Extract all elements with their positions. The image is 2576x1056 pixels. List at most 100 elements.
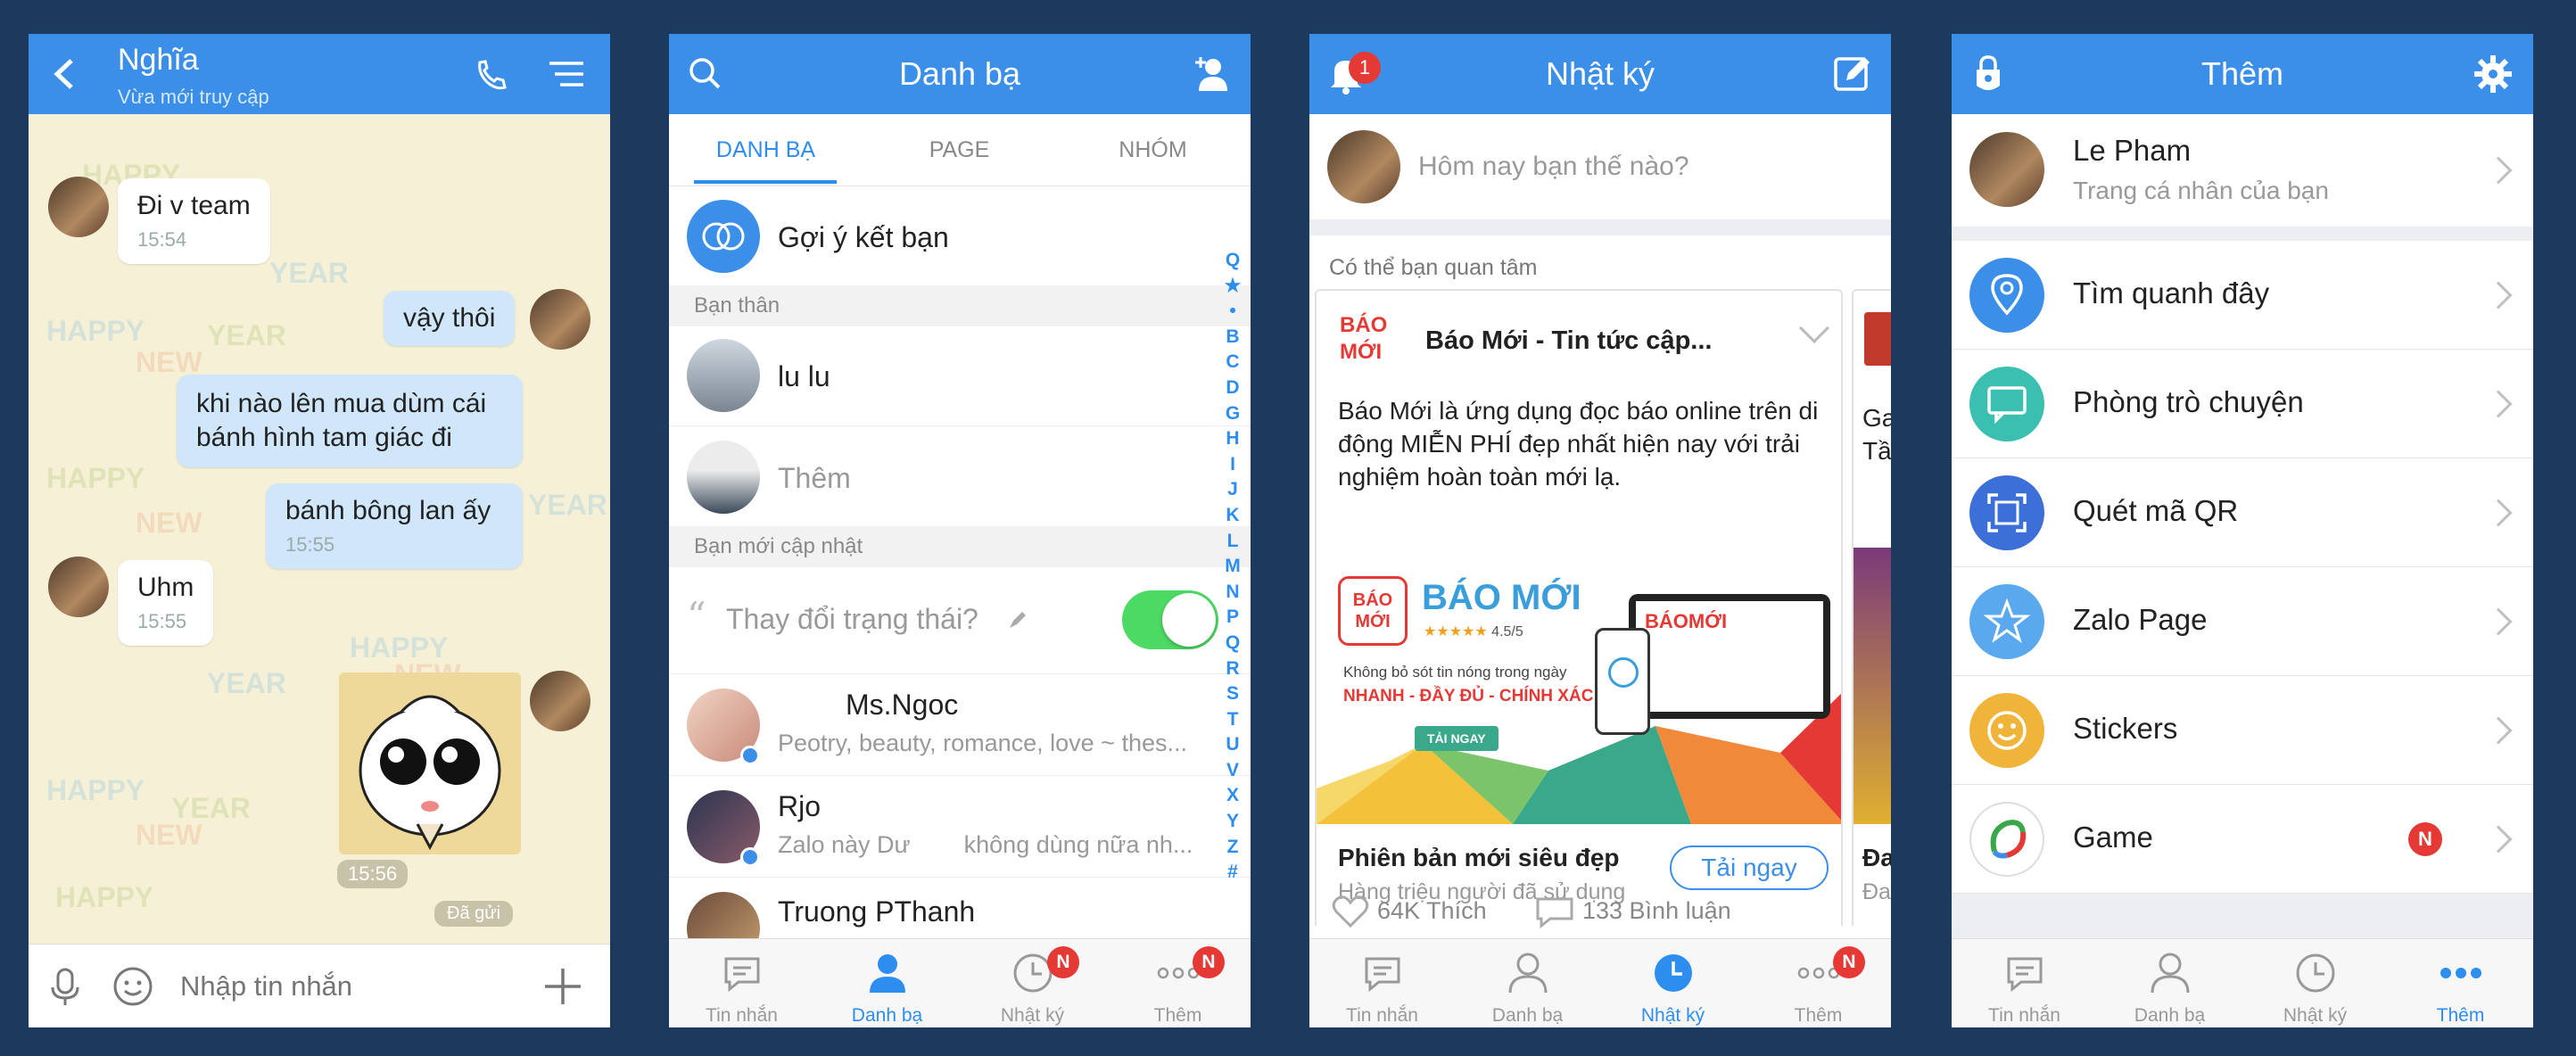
- alphabet-letter[interactable]: T: [1220, 707, 1245, 733]
- menu-item-label: Zalo Page: [2073, 603, 2208, 636]
- alphabet-letter[interactable]: V: [1220, 758, 1245, 784]
- tab-messages[interactable]: Tin nhắn: [1952, 939, 2097, 1027]
- comment-icon[interactable]: [1534, 894, 1575, 929]
- alphabet-letter[interactable]: R: [1220, 656, 1245, 682]
- banner-tagline: Không bỏ sót tin nóng trong ngày: [1343, 664, 1567, 681]
- message-bubble-outgoing[interactable]: khi nào lên mua dùm cái bánh hình tam gi…: [177, 375, 523, 467]
- status-prompt[interactable]: Thay đổi trạng thái?: [726, 603, 978, 636]
- tab-contacts[interactable]: DANH BẠ: [669, 114, 863, 186]
- status-toggle[interactable]: [1122, 590, 1218, 649]
- alphabet-letter[interactable]: L: [1220, 529, 1245, 555]
- alphabet-letter[interactable]: S: [1220, 681, 1245, 707]
- emoji-icon[interactable]: [111, 964, 155, 1009]
- alphabet-letter[interactable]: G: [1220, 401, 1245, 427]
- more-screen: Thêm Le Pham Trang cá nhân của bạn Tìm q…: [1952, 34, 2533, 1027]
- menu-item-nearby[interactable]: Tìm quanh đây: [1952, 241, 2533, 350]
- promo-banner[interactable]: BÁO MỚI BÁO MỚI ★★★★★ 4.5/5 Không bỏ sót…: [1317, 548, 1841, 824]
- new-badge: N: [2408, 822, 2442, 856]
- menu-icon[interactable]: [542, 50, 590, 98]
- chevron-down-icon[interactable]: [1799, 313, 1829, 343]
- suggest-label: Gợi ý kết bạn: [778, 221, 949, 253]
- tab-page[interactable]: PAGE: [863, 114, 1056, 186]
- compose-icon[interactable]: [1829, 50, 1877, 98]
- menu-item-zalo-page[interactable]: Zalo Page: [1952, 567, 2533, 676]
- chat-contact-name[interactable]: Nghĩa: [118, 43, 199, 78]
- chat-room-icon: [1969, 367, 2044, 441]
- message-bubble-outgoing[interactable]: vậy thôi: [384, 291, 516, 346]
- alphabet-letter[interactable]: #: [1220, 860, 1245, 886]
- add-friend-icon[interactable]: [1186, 50, 1234, 98]
- alphabet-letter[interactable]: Z: [1220, 835, 1245, 861]
- chevron-right-icon: [2484, 716, 2513, 745]
- post-composer[interactable]: Hôm nay bạn thế nào?: [1309, 114, 1891, 219]
- banner-download-button[interactable]: TẢI NGAY: [1415, 726, 1499, 751]
- more-friends-row[interactable]: Thêm: [669, 426, 1251, 526]
- contact-avatar[interactable]: [48, 177, 109, 237]
- tab-diary[interactable]: Nhật ký: [1600, 939, 1746, 1027]
- alphabet-letter[interactable]: I: [1220, 452, 1245, 478]
- tab-diary[interactable]: N Nhật ký: [960, 939, 1105, 1027]
- alphabet-letter[interactable]: B: [1220, 325, 1245, 351]
- alphabet-letter[interactable]: Q: [1220, 631, 1245, 656]
- microphone-icon[interactable]: [43, 964, 87, 1009]
- alphabet-letter[interactable]: J: [1220, 477, 1245, 503]
- download-now-button[interactable]: Tải ngay: [1670, 846, 1829, 890]
- contact-row[interactable]: Rjo Zalo này Dư không dùng nữa nh...: [669, 776, 1251, 878]
- tab-more[interactable]: Thêm: [2388, 939, 2533, 1027]
- alphabet-letter[interactable]: ★: [1220, 274, 1245, 300]
- gear-icon[interactable]: [2469, 50, 2517, 98]
- message-composer: [29, 944, 610, 1027]
- menu-item-stickers[interactable]: Stickers: [1952, 676, 2533, 785]
- suggestion-card-next[interactable]: Ga Tầ Đa Đa: [1852, 289, 1891, 938]
- alphabet-letter[interactable]: U: [1220, 732, 1245, 758]
- sticker-message[interactable]: [339, 672, 521, 854]
- logo-text: MỚI: [1340, 340, 1383, 364]
- more-dots-icon: [2440, 968, 2481, 978]
- tab-messages[interactable]: Tin nhắn: [1309, 939, 1455, 1027]
- alphabet-letter[interactable]: M: [1220, 554, 1245, 580]
- tab-contacts[interactable]: Danh bạ: [814, 939, 960, 1027]
- my-avatar[interactable]: [530, 671, 590, 731]
- menu-item-chat-rooms[interactable]: Phòng trò chuyện: [1952, 350, 2533, 458]
- contact-avatar[interactable]: [48, 557, 109, 617]
- profile-row[interactable]: Le Pham Trang cá nhân của bạn: [1952, 114, 2533, 227]
- tab-contacts[interactable]: Danh bạ: [1455, 939, 1600, 1027]
- contact-row[interactable]: Ms.Ngoc Peotry, beauty, romance, love ~ …: [669, 674, 1251, 776]
- menu-item-game[interactable]: Game N: [1952, 785, 2533, 894]
- page-title: Danh bạ: [898, 55, 1021, 92]
- my-avatar[interactable]: [530, 289, 590, 350]
- message-bubble-outgoing[interactable]: bánh bông lan ấy 15:55: [266, 483, 523, 569]
- tab-groups[interactable]: NHÓM: [1056, 114, 1250, 186]
- alphabet-letter[interactable]: Q: [1220, 248, 1245, 274]
- alphabet-letter[interactable]: P: [1220, 605, 1245, 631]
- like-count[interactable]: 64K Thích: [1377, 897, 1487, 925]
- phone-call-icon[interactable]: [467, 50, 516, 98]
- tab-diary[interactable]: Nhật ký: [2242, 939, 2388, 1027]
- menu-item-qr-scan[interactable]: Quét mã QR: [1952, 458, 2533, 567]
- alphabet-letter[interactable]: H: [1220, 426, 1245, 452]
- message-input[interactable]: [180, 966, 519, 1007]
- alphabet-letter[interactable]: C: [1220, 350, 1245, 375]
- status-row[interactable]: “ Thay đổi trạng thái?: [669, 567, 1251, 674]
- message-bubble-incoming[interactable]: Uhm 15:55: [118, 560, 214, 646]
- comment-count[interactable]: 133 Bình luận: [1582, 897, 1731, 925]
- alphabet-letter[interactable]: •: [1220, 299, 1245, 325]
- friend-suggestion-row[interactable]: Gợi ý kết bạn: [669, 187, 1251, 285]
- suggestion-card[interactable]: BÁO MỚI Báo Mới - Tin tức cập... Báo Mới…: [1315, 289, 1843, 938]
- watermark-text: YEAR: [528, 489, 607, 521]
- alphabet-letter[interactable]: D: [1220, 375, 1245, 401]
- alphabet-letter[interactable]: Y: [1220, 809, 1245, 835]
- message-bubble-incoming[interactable]: Đi v team 15:54: [118, 178, 270, 264]
- tab-contacts[interactable]: Danh bạ: [2097, 939, 2242, 1027]
- back-icon[interactable]: [41, 50, 89, 98]
- contact-row[interactable]: lu lu: [669, 326, 1251, 426]
- alphabet-index[interactable]: Q ★ • B C D G H I J K L M N P Q R S T U V X Y Z #: [1220, 248, 1245, 886]
- tab-more[interactable]: N Thêm: [1746, 939, 1891, 1027]
- heart-icon[interactable]: [1331, 894, 1370, 929]
- plus-icon[interactable]: [541, 964, 585, 1009]
- tab-more[interactable]: N Thêm: [1105, 939, 1251, 1027]
- alphabet-letter[interactable]: N: [1220, 580, 1245, 606]
- tab-messages[interactable]: Tin nhắn: [669, 939, 814, 1027]
- alphabet-letter[interactable]: K: [1220, 503, 1245, 529]
- alphabet-letter[interactable]: X: [1220, 783, 1245, 809]
